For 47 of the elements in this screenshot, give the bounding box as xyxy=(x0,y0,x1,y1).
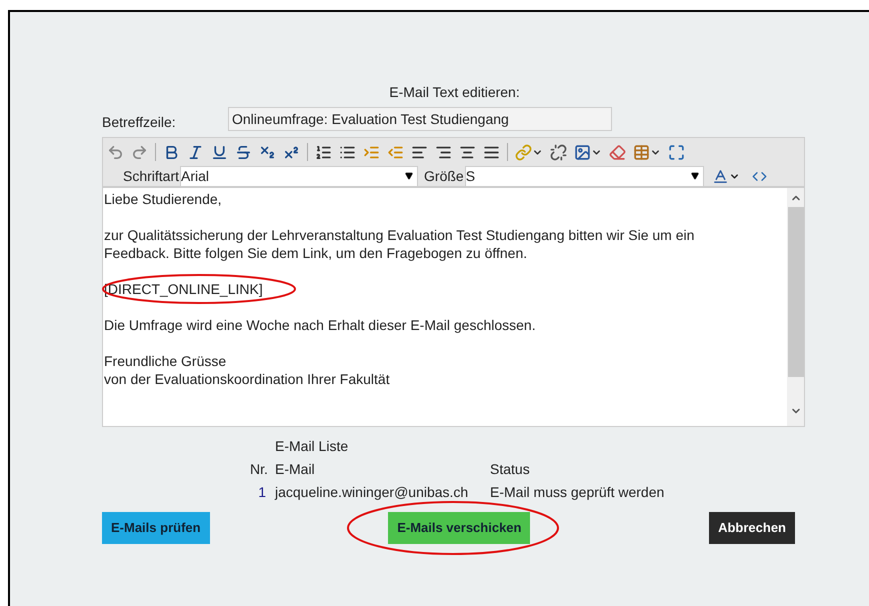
size-label: Größe xyxy=(424,166,464,186)
column-header: Status xyxy=(490,460,530,479)
column-header: E-Mail xyxy=(275,460,316,479)
link-icon[interactable] xyxy=(515,144,543,160)
numbered-list-icon[interactable] xyxy=(315,144,332,160)
text-color-icon[interactable] xyxy=(712,168,740,184)
underline-icon[interactable] xyxy=(211,144,228,160)
email-text: von der Evaluationskoordination Ihrer Fakultät xyxy=(104,370,390,388)
editor-area[interactable] xyxy=(102,187,805,427)
dialog-title: E-Mail Text editieren: xyxy=(389,83,520,102)
strikethrough-icon[interactable] xyxy=(235,144,252,160)
size-select[interactable]: S xyxy=(464,166,704,186)
undo-icon[interactable] xyxy=(107,144,124,160)
table-icon[interactable] xyxy=(633,144,661,160)
table-cell-text: jacqueline.wininger@unibas.ch xyxy=(275,483,470,502)
italic-icon[interactable] xyxy=(187,144,204,160)
email-text: [DIRECT_ONLINE_LINK] xyxy=(104,280,263,298)
align-left-icon[interactable] xyxy=(411,144,428,160)
list-title: E-Mail Liste xyxy=(275,438,348,454)
unlink-icon[interactable] xyxy=(550,144,567,160)
table-cell-text: E-Mail muss geprüft werden xyxy=(490,483,664,502)
column-header: Nr. xyxy=(250,460,269,479)
align-center-icon[interactable] xyxy=(459,144,476,160)
email-text: zur Qualitätssicherung der Lehrveranstaltung Evaluation Test Studiengang bitten wir Sie um ein Feedback. Bitte folgen Sie dem Link, um den Fragebogen zu öffnen. xyxy=(104,226,696,262)
image-icon[interactable] xyxy=(574,144,602,160)
align-right-icon[interactable] xyxy=(435,144,452,160)
email-text: Die Umfrage wird eine Woche nach Erhalt dieser E-Mail geschlossen. xyxy=(104,316,536,334)
font-label: Schriftart xyxy=(123,166,180,186)
subscript-icon[interactable] xyxy=(259,144,276,160)
bullet-list-icon[interactable] xyxy=(339,144,356,160)
action-button[interactable]: E-Mails verschicken xyxy=(388,512,530,544)
redo-icon[interactable] xyxy=(131,144,148,160)
superscript-icon[interactable] xyxy=(283,144,300,160)
subject-label: Betreffzeile: xyxy=(102,112,177,132)
eraser-icon[interactable] xyxy=(609,144,626,160)
table-cell-text: 1 xyxy=(257,483,267,502)
scrollbar[interactable] xyxy=(787,188,804,426)
dropdown-icon xyxy=(690,172,699,180)
align-justify-icon[interactable] xyxy=(483,144,500,160)
action-button[interactable]: Abbrechen xyxy=(709,512,795,544)
subject-field[interactable]: Onlineumfrage: Evaluation Test Studiengang xyxy=(228,107,612,131)
font-select[interactable]: Arial xyxy=(180,166,418,186)
dropdown-icon xyxy=(405,172,414,180)
email-text: Liebe Studierende, xyxy=(104,190,222,208)
email-text: Freundliche Grüsse xyxy=(104,352,226,370)
fullscreen-icon[interactable] xyxy=(668,144,685,160)
action-button[interactable]: E-Mails prüfen xyxy=(102,512,210,544)
